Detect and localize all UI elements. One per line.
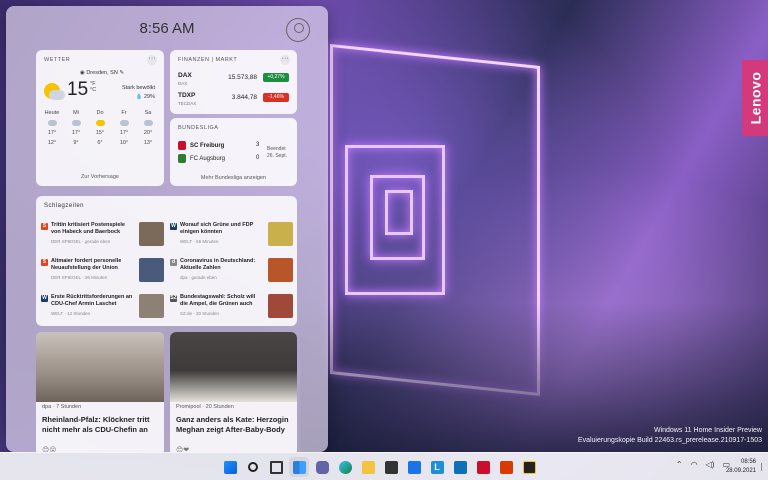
change-badge: -1,46% (263, 93, 289, 102)
forecast-days: Heute 17° 12° Mi 17° 9° Do 15° 6° Fr 17° 10°… (42, 108, 158, 148)
office-icon[interactable] (496, 457, 516, 477)
taskbar-clock[interactable]: 08:56 28.09.2021 (726, 458, 756, 476)
headline-item[interactable]: S Altmaier fordert personelle Neuaufstel… (41, 258, 164, 286)
task-view-icon[interactable] (266, 457, 286, 477)
search-icon[interactable] (243, 457, 263, 477)
stock-row-tdxp[interactable]: TDXP TECDAX 3.844,78 -1,46% (178, 92, 289, 112)
cloud-icon (143, 120, 153, 126)
headline-item[interactable]: W Worauf sich Grüne und FDP einigen könn… (170, 222, 293, 250)
headline-thumbnail (268, 222, 293, 246)
widgets-panel: 8:56 AM WETTER ··· ◉ Dresden, SN ✎ 15 °F… (6, 6, 328, 452)
cloud-icon (71, 120, 81, 126)
sz-icon: SZ (170, 295, 177, 302)
dpa-icon: d (170, 259, 177, 266)
lenovo-logo: Lenovo (742, 60, 768, 136)
headlines-title: Schlagzeilen (44, 203, 85, 209)
store-icon[interactable] (381, 457, 401, 477)
finance-card[interactable]: FINANZEN | MARKT ··· DAX DAX 15.573,88 +… (170, 50, 297, 114)
finance-more-icon[interactable]: ··· (280, 55, 290, 65)
wifi-icon[interactable]: ◠ (691, 460, 698, 469)
widgets-clock: 8:56 AM (139, 20, 195, 37)
welt-icon: W (170, 223, 177, 230)
team-augsburg[interactable]: FC Augsburg (178, 154, 225, 163)
weather-more-icon[interactable]: ··· (147, 55, 157, 65)
forecast-link[interactable]: Zur Vorhersage (36, 174, 164, 180)
news-image (170, 332, 297, 402)
headline-item[interactable]: SZ Bundestagswahl: Scholz will die Ampel… (170, 294, 293, 322)
weather-location[interactable]: ◉ Dresden, SN ✎ (80, 70, 124, 76)
start-button[interactable] (220, 457, 240, 477)
headlines-card: Schlagzeilen S Trittin kritisiert Posten… (36, 196, 297, 326)
lenovo-app-icon[interactable]: L (427, 457, 447, 477)
finance-header: FINANZEN | MARKT (178, 57, 238, 63)
show-desktop-button[interactable] (761, 463, 766, 471)
stock-row-dax[interactable]: DAX DAX 15.573,88 +0,27% (178, 72, 289, 92)
headline-item[interactable]: W Erste Rücktrittsforderungen an CDU-Che… (41, 294, 164, 322)
chat-icon[interactable] (312, 457, 332, 477)
team-freiburg[interactable]: SC Freiburg (178, 141, 224, 150)
change-badge: +0,27% (263, 73, 289, 82)
chevron-up-icon[interactable]: ⌃ (676, 460, 683, 469)
cloud-icon (119, 120, 129, 126)
weather-temperature: 15 (67, 79, 89, 100)
weather-card[interactable]: WETTER ··· ◉ Dresden, SN ✎ 15 °F °C Star… (36, 50, 164, 186)
bundesliga-card[interactable]: BUNDESLIGA SC Freiburg 3 FC Augsburg 0 B… (170, 118, 297, 186)
edge-icon[interactable] (335, 457, 355, 477)
welt-icon: W (41, 295, 48, 302)
account-icon[interactable] (286, 18, 310, 42)
match-status: Beendet 26. Sept. (266, 146, 287, 159)
forecast-day: Mi 17° 9° (71, 110, 81, 146)
headline-item[interactable]: d Coronavirus in Deutschland: Aktuelle Z… (170, 258, 293, 286)
headline-thumbnail (139, 294, 164, 318)
forecast-day: Sa 20° 13° (143, 110, 153, 146)
system-tray: ⌃ ◠ ◁) ▭ (676, 460, 730, 469)
mcafee-icon[interactable] (473, 457, 493, 477)
cloud-icon (95, 120, 105, 126)
bundesliga-more-link[interactable]: Mehr Bundesliga anzeigen (170, 175, 297, 181)
cloud-icon (47, 120, 57, 126)
weather-condition: Stark bewölkt 💧 29% (121, 85, 155, 100)
spiegel-icon: S (41, 223, 48, 230)
headline-thumbnail (139, 258, 164, 282)
build-watermark: Windows 11 Home Insider Preview Evaluier… (577, 427, 762, 444)
forecast-day: Fr 17° 10° (119, 110, 129, 146)
headline-thumbnail (139, 222, 164, 246)
taskbar: L ⌃ ◠ ◁) ▭ 08:56 28.09.2021 (0, 452, 768, 480)
forecast-day: Heute 17° 12° (44, 110, 60, 146)
terminal-icon[interactable] (519, 457, 539, 477)
news-card[interactable]: Promipool · 20 Stunden Ganz anders als K… (170, 332, 297, 452)
weather-header: WETTER (44, 57, 71, 63)
spiegel-icon: S (41, 259, 48, 266)
headline-item[interactable]: S Trittin kritisiert Postenspiele von Ha… (41, 222, 164, 250)
vantage-icon[interactable] (450, 457, 470, 477)
bundesliga-header: BUNDESLIGA (178, 125, 219, 131)
crest-icon (178, 141, 186, 150)
headline-thumbnail (268, 258, 293, 282)
mail-icon[interactable] (404, 457, 424, 477)
file-explorer-icon[interactable] (358, 457, 378, 477)
widgets-icon[interactable] (289, 457, 309, 477)
headline-thumbnail (268, 294, 293, 318)
news-card[interactable]: dpa · 7 Stunden Rheinland-Pfalz: Klöckne… (36, 332, 164, 452)
crest-icon (178, 154, 186, 163)
weather-unit-toggle[interactable]: °F °C (90, 81, 96, 93)
news-image (36, 332, 164, 402)
taskbar-apps: L (220, 457, 539, 477)
volume-icon[interactable]: ◁) (706, 460, 715, 469)
forecast-day: Do 15° 6° (95, 110, 105, 146)
